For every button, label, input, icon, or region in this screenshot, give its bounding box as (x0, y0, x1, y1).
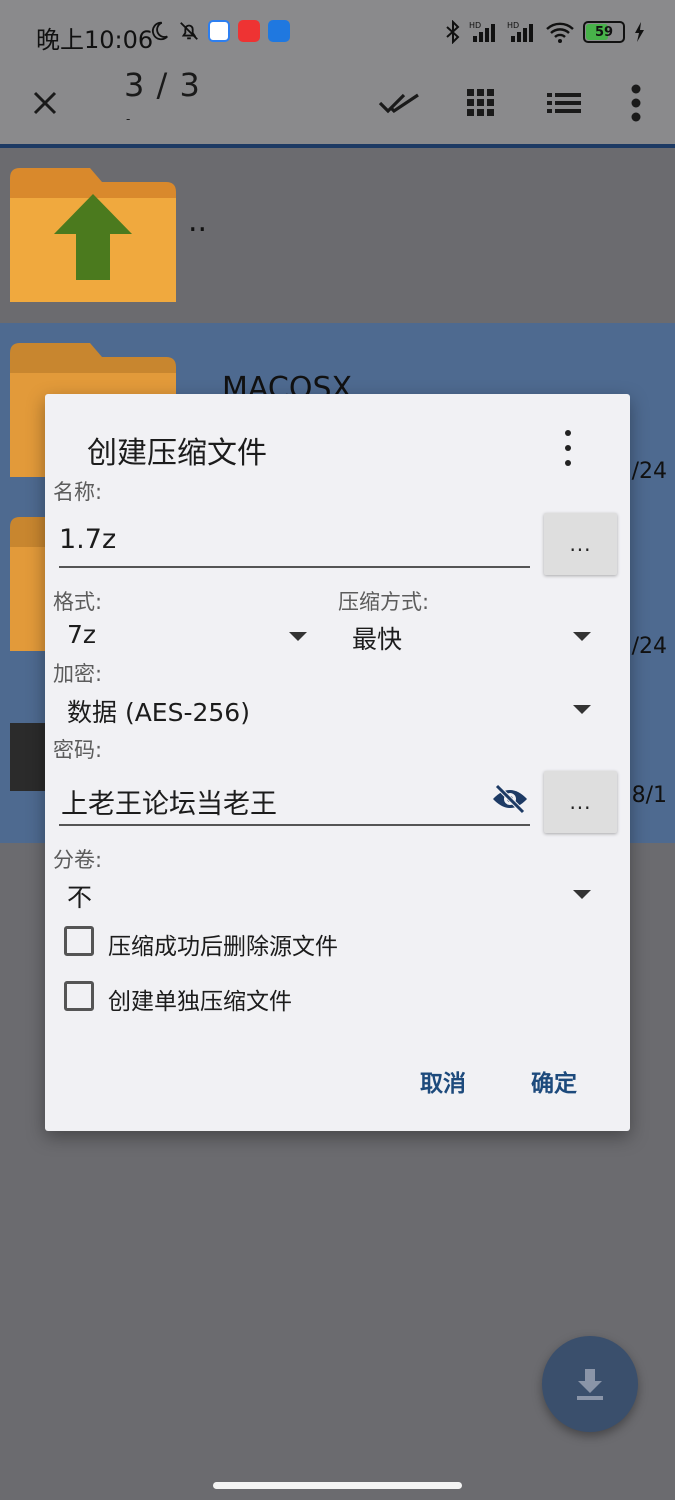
wifi-icon (546, 22, 574, 43)
status-left-icons (148, 20, 290, 42)
bell-off-icon (180, 22, 198, 40)
status-time: 晚上10:06 (36, 26, 154, 54)
split-value: 不 (67, 883, 93, 912)
app-icon-blue (208, 20, 230, 42)
delete-source-checkbox[interactable] (64, 926, 94, 956)
dialog-title: 创建压缩文件 (87, 436, 267, 471)
app-icon-bird (268, 20, 290, 42)
method-select[interactable]: 最快 (338, 616, 598, 656)
svg-text:HD: HD (507, 21, 519, 30)
battery-level: 59 (594, 24, 614, 40)
more-options-button[interactable] (616, 78, 656, 128)
cancel-button[interactable]: 取消 (420, 1064, 466, 1098)
password-label: 密码: (53, 738, 103, 762)
separate-archive-checkbox[interactable] (64, 981, 94, 1011)
encrypt-label: 加密: (53, 662, 103, 686)
folder-up-icon (10, 168, 176, 302)
charging-icon (635, 22, 644, 42)
more-vert-icon (565, 430, 571, 436)
dropdown-caret-icon (289, 632, 307, 641)
signal-hd-icon: HD (507, 21, 533, 42)
eye-off-icon (493, 784, 527, 814)
selection-subtitle: - (126, 112, 131, 126)
svg-text:HD: HD (469, 21, 481, 30)
password-visibility-toggle[interactable] (489, 780, 531, 818)
dropdown-caret-icon (573, 705, 591, 714)
folder-icon (10, 517, 50, 651)
extract-fab[interactable] (542, 1336, 638, 1432)
method-label: 压缩方式: (338, 590, 430, 614)
grid-view-button[interactable] (458, 80, 504, 126)
dropdown-caret-icon (573, 890, 591, 899)
file-thumbnail (10, 723, 46, 791)
app-icon-red (238, 20, 260, 42)
grid-view-icon (467, 89, 494, 116)
delete-source-label: 压缩成功后删除源文件 (108, 934, 338, 960)
split-select[interactable]: 不 (53, 876, 598, 916)
moon-icon (151, 21, 168, 41)
file-date: /24 (631, 634, 667, 659)
password-input[interactable]: 上老王论坛当老王 (61, 782, 481, 821)
method-value: 最快 (352, 625, 403, 654)
dialog-menu-button[interactable] (556, 430, 580, 466)
file-date: 8/1 (631, 783, 667, 808)
list-item-parent[interactable]: .. (0, 148, 675, 323)
selection-count: 3 / 3 (124, 66, 201, 104)
ok-button[interactable]: 确定 (531, 1064, 577, 1098)
encrypt-value: 数据 (AES-256) (67, 698, 250, 727)
format-label: 格式: (53, 590, 103, 614)
close-icon (33, 91, 57, 115)
create-archive-dialog: 创建压缩文件 名称: 1.7z ... 格式: 7z 压缩方式: 最快 加密: … (45, 394, 630, 1131)
list-view-icon (547, 93, 581, 113)
password-underline (59, 824, 530, 826)
dropdown-caret-icon (573, 632, 591, 641)
top-toolbar (0, 56, 675, 146)
format-value: 7z (67, 620, 97, 649)
format-select[interactable]: 7z (53, 616, 311, 656)
list-view-button[interactable] (540, 80, 588, 126)
close-button[interactable] (22, 80, 68, 126)
select-all-button[interactable] (374, 80, 424, 126)
name-browse-button[interactable]: ... (544, 513, 617, 575)
password-options-button[interactable]: ... (544, 771, 617, 833)
name-input[interactable]: 1.7z (59, 524, 529, 555)
status-right-icons: HD HD 59 (445, 20, 645, 44)
name-underline (59, 566, 530, 568)
parent-dir-label: .. (188, 204, 208, 239)
split-label: 分卷: (53, 848, 103, 872)
bluetooth-icon (446, 20, 460, 44)
file-date: /24 (631, 459, 667, 484)
download-icon (577, 1369, 603, 1400)
name-label: 名称: (53, 480, 103, 504)
separate-archive-label: 创建单独压缩文件 (108, 989, 292, 1015)
encrypt-select[interactable]: 数据 (AES-256) (53, 689, 598, 729)
battery-icon: 59 (583, 21, 625, 43)
signal-hd-icon: HD (469, 21, 495, 42)
select-all-icon (378, 93, 419, 114)
more-vert-icon (631, 84, 641, 122)
gesture-nav-bar[interactable] (213, 1482, 462, 1489)
